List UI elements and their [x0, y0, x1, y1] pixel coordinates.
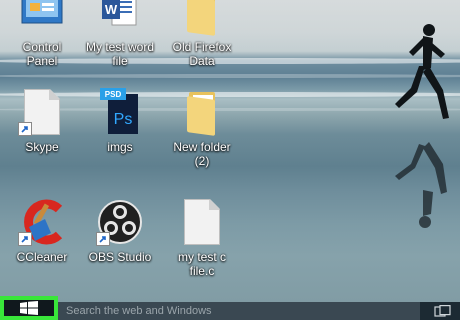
desktop-icon-label: My test word file: [85, 40, 154, 68]
folder-icon: [176, 88, 228, 136]
svg-text:PSD: PSD: [105, 90, 122, 99]
desktop-icon-ccleaner[interactable]: CCleaner: [0, 198, 84, 264]
ccleaner-icon: [16, 198, 68, 246]
desktop-icon-control-panel[interactable]: Control Panel: [0, 0, 84, 68]
desktop-icon-c-file[interactable]: my test c file.c: [160, 198, 244, 278]
desktop-icon-label: OBS Studio: [88, 250, 152, 264]
desktop-icon-imgs[interactable]: PSD Ps imgs: [78, 88, 162, 154]
windows-logo-icon: [20, 301, 38, 315]
shortcut-arrow-icon: [18, 122, 32, 136]
task-view-button[interactable]: [426, 302, 460, 320]
desktop-icon-label: Skype: [25, 140, 59, 154]
obs-studio-icon: [94, 198, 146, 246]
desktop-icon-label: Control Panel: [22, 40, 62, 68]
desktop-icon-label: Old Firefox Data: [172, 40, 232, 68]
photoshop-file-icon: PSD Ps: [94, 88, 146, 136]
runner-silhouette: [395, 24, 449, 119]
desktop-icon-label: CCleaner: [16, 250, 68, 264]
document-icon: [16, 88, 68, 136]
desktop-icon-word-file[interactable]: W My test word file: [78, 0, 162, 68]
runner-reflection: [395, 142, 447, 228]
control-panel-icon: [16, 0, 68, 36]
word-document-icon: W: [94, 0, 146, 36]
document-icon: [176, 198, 228, 246]
folder-icon: [176, 0, 228, 36]
desktop-icon-skype[interactable]: Skype: [0, 88, 84, 154]
svg-text:Ps: Ps: [114, 111, 133, 128]
shortcut-arrow-icon: [18, 232, 32, 246]
desktop-icon-obs-studio[interactable]: OBS Studio: [78, 198, 162, 264]
desktop-icon-label: imgs: [107, 140, 133, 154]
taskbar-search-box[interactable]: Search the web and Windows: [58, 302, 420, 320]
desktop-icon-old-firefox-data[interactable]: Old Firefox Data: [160, 0, 244, 68]
desktop-icon-new-folder-2[interactable]: New folder (2): [160, 88, 244, 168]
start-button[interactable]: [0, 296, 58, 320]
task-view-icon: [434, 305, 451, 317]
desktop-icon-label: my test c file.c: [177, 250, 226, 278]
svg-text:W: W: [105, 2, 118, 17]
desktop-icon-label: New folder (2): [173, 140, 231, 168]
shortcut-arrow-icon: [96, 232, 110, 246]
